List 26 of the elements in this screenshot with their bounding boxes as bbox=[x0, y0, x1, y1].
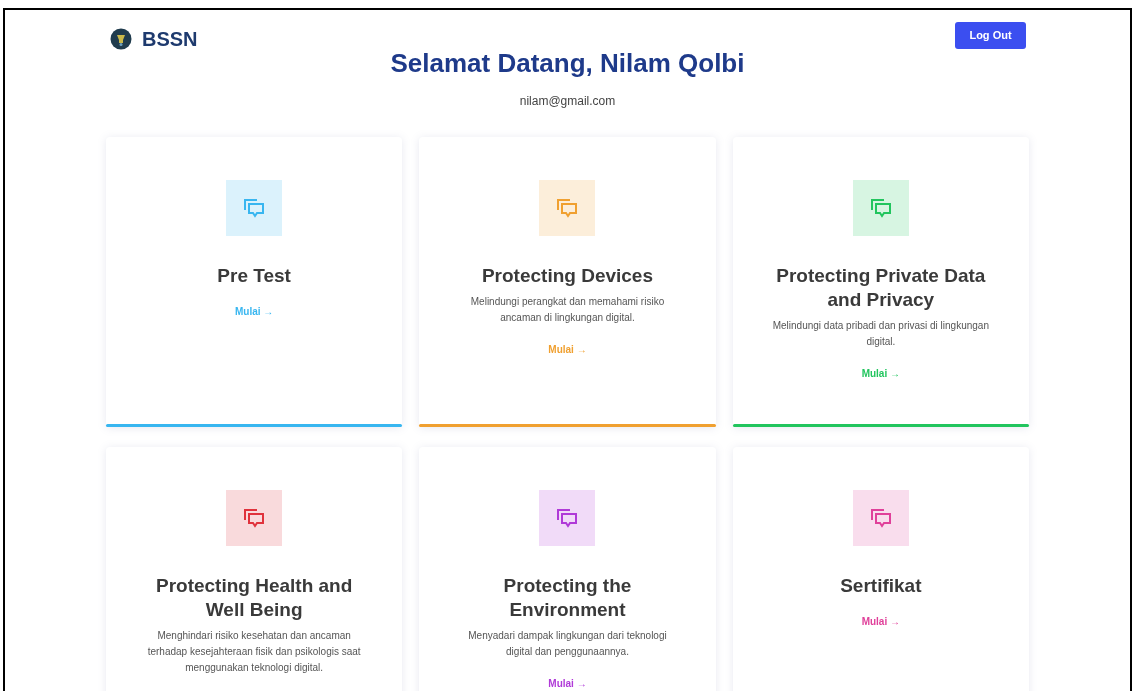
chat-icon bbox=[243, 198, 266, 218]
card-title: Protecting Devices bbox=[480, 264, 654, 288]
start-link[interactable]: Mulai → bbox=[548, 342, 587, 357]
chat-icon bbox=[556, 508, 579, 528]
chat-icon bbox=[243, 508, 266, 528]
logout-button[interactable]: Log Out bbox=[955, 22, 1026, 49]
card-description: Menghindari risiko kesehatan dan ancaman terhadap kesejahteraan fisik dan psikologis saat menggunakan teknologi digital. bbox=[146, 629, 362, 675]
start-link[interactable]: Mulai → bbox=[548, 676, 587, 691]
chat-icon bbox=[556, 198, 579, 218]
card-title: Sertifikat bbox=[839, 574, 923, 598]
greeting-title: Selamat Datang, Nilam Qolbi bbox=[389, 47, 746, 80]
card-description: Menyadari dampak lingkungan dari teknologi digital dan penggunaannya. bbox=[467, 629, 668, 659]
brand-name: BSSN bbox=[142, 27, 198, 52]
chat-icon bbox=[869, 198, 892, 218]
card-description: Melindungi data pribadi dan privasi di lingkungan digital. bbox=[771, 319, 990, 349]
card-description: Melindungi perangkat dan memahami risiko ancaman di lingkungan digital. bbox=[469, 295, 666, 325]
start-link[interactable]: Mulai → bbox=[235, 304, 274, 319]
card-title: Protecting the Environment bbox=[502, 574, 633, 622]
start-link[interactable]: Mulai → bbox=[861, 366, 900, 381]
start-link[interactable]: Mulai → bbox=[861, 614, 900, 629]
user-email: nilam@gmail.com bbox=[518, 93, 617, 110]
chat-icon bbox=[869, 508, 892, 528]
card-title: Protecting Health and Well Being bbox=[154, 574, 354, 622]
card-title: Protecting Private Data and Privacy bbox=[775, 264, 987, 312]
card-title: Pre Test bbox=[216, 264, 292, 288]
logo-icon bbox=[110, 28, 132, 50]
